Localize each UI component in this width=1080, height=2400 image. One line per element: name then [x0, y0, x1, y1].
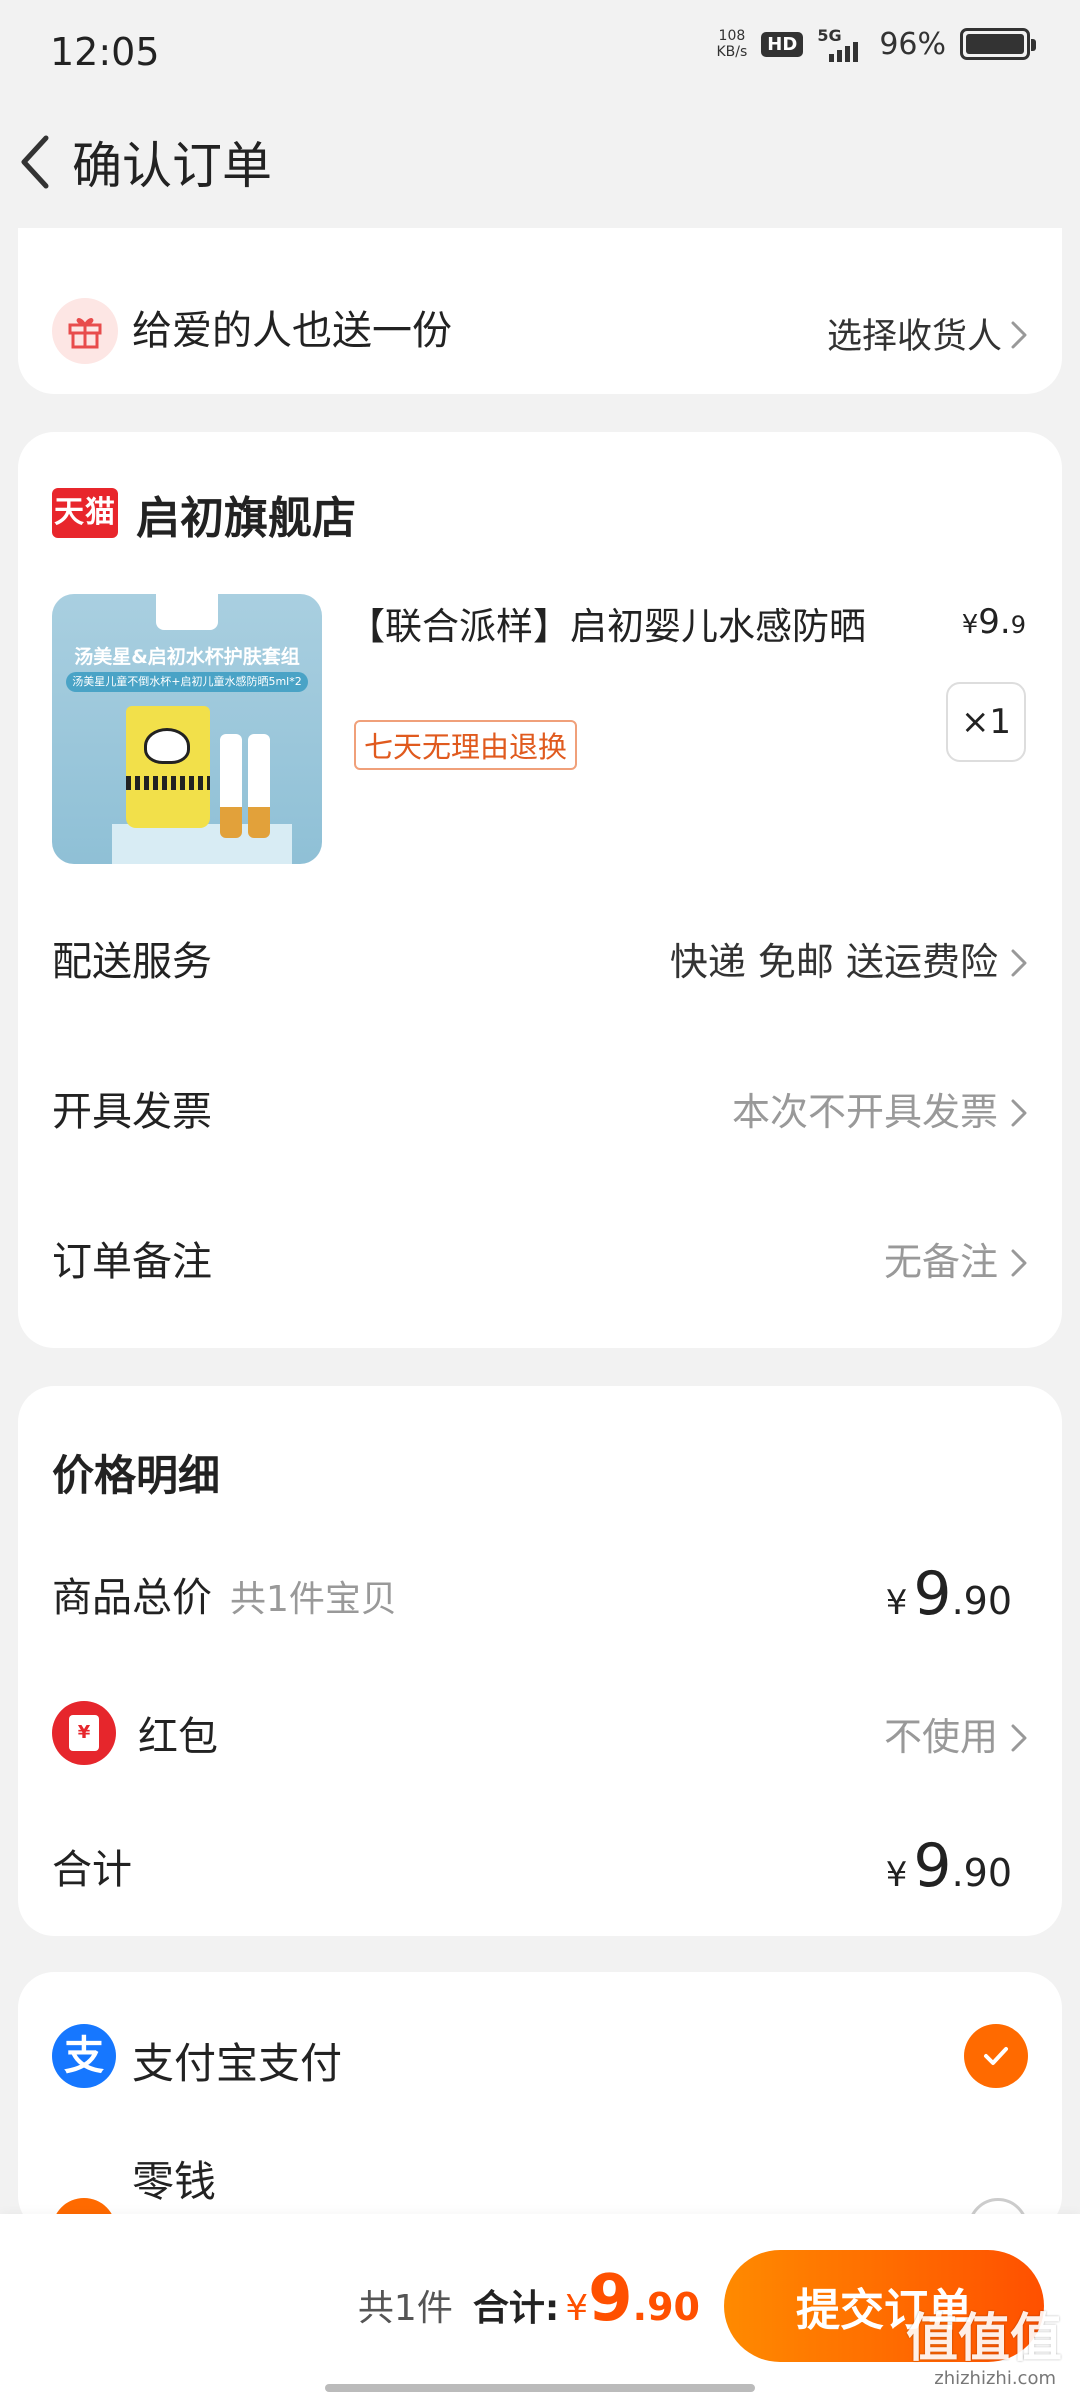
select-recipient-label: 选择收货人: [826, 317, 1002, 357]
red-packet-icon: ¥: [52, 1701, 116, 1765]
product-image-title: 汤美星&启初水杯护肤套组: [74, 646, 300, 668]
invoice-value: 本次不开具发票: [732, 1081, 1028, 1136]
net-speed-value: 108: [718, 28, 746, 44]
shop-card: 天猫 启初旗舰店 汤美星&启初水杯护肤套组 汤美星儿童不倒水杯+启初儿童水感防晒…: [18, 432, 1062, 1348]
payment-card: 支 支付宝支付 零钱: [18, 1972, 1062, 2262]
chevron-right-icon: [1010, 1718, 1028, 1752]
gift-card[interactable]: 给爱的人也送一份 选择收货人: [18, 228, 1062, 394]
goods-total-label: 商品总价: [52, 1575, 212, 1621]
total-amount: ¥9.90: [885, 1831, 1012, 1901]
watermark-logo: 值值值: [905, 2309, 1062, 2369]
total-label: 合计: [52, 1847, 132, 1893]
watermark-site: zhizhizhi.com: [934, 2368, 1056, 2389]
quantity-stepper[interactable]: ×1: [946, 682, 1026, 762]
chevron-right-icon: [1010, 1093, 1028, 1127]
item-count: 共1件: [357, 2288, 453, 2329]
alipay-icon: 支: [52, 2024, 116, 2088]
status-bar: 12:05 108 KB/s HD 5G 96%: [0, 0, 1080, 104]
delivery-service-value: 快递 免邮 送运费险: [670, 931, 1028, 986]
shop-name[interactable]: 启初旗舰店: [136, 482, 356, 546]
net-speed-unit: KB/s: [716, 44, 748, 60]
page-title: 确认订单: [72, 137, 272, 195]
battery-percent: 96%: [879, 26, 946, 62]
goods-total-amount: ¥9.90: [885, 1559, 1012, 1629]
goods-count: 共1件宝贝: [230, 1579, 397, 1620]
red-packet-label: 红包: [138, 1714, 218, 1760]
order-note-value: 无备注: [884, 1231, 1028, 1286]
product-name[interactable]: 【联合派样】启初婴儿水感防晒: [348, 596, 866, 650]
delivery-service-row[interactable]: 配送服务 快递 免邮 送运费险: [52, 928, 1028, 988]
alipay-label[interactable]: 支付宝支付: [132, 2030, 342, 2091]
cup-illustration: [126, 706, 210, 828]
tmall-logo: 天猫: [52, 488, 118, 538]
invoice-row[interactable]: 开具发票 本次不开具发票: [52, 1078, 1028, 1138]
gift-text: 给爱的人也送一份: [132, 308, 452, 354]
header: 确认订单: [0, 104, 1080, 224]
goods-total-row: 商品总价 共1件宝贝 ¥9.90: [52, 1559, 1028, 1629]
net-speed: 108 KB/s: [717, 28, 748, 60]
chevron-right-icon: [1010, 1243, 1028, 1277]
select-recipient-button[interactable]: 选择收货人: [827, 308, 1028, 359]
price-detail-card: 价格明细 商品总价 共1件宝贝 ¥9.90 ¥ 红包 不使用 合计 ¥9.90: [18, 1386, 1062, 1936]
chevron-right-icon: [1010, 319, 1028, 349]
hd-icon: HD: [761, 31, 804, 57]
checkmark-icon[interactable]: [964, 2024, 1028, 2088]
price-detail-title: 价格明细: [52, 1451, 221, 1500]
red-packet-value: 不使用: [884, 1706, 1028, 1761]
bottom-total-amount: ¥9.90: [565, 2262, 700, 2336]
return-policy-tag: 七天无理由退换: [354, 720, 578, 770]
bottom-total: 共1件 合计: ¥9.90: [358, 2262, 700, 2336]
order-note-label: 订单备注: [52, 1239, 212, 1285]
chevron-left-icon: [21, 135, 49, 189]
back-button[interactable]: [10, 122, 70, 202]
chevron-right-icon: [1010, 943, 1028, 977]
home-indicator[interactable]: [325, 2384, 755, 2392]
invoice-label: 开具发票: [52, 1089, 212, 1135]
status-time: 12:05: [50, 30, 160, 74]
delivery-service-label: 配送服务: [52, 939, 212, 985]
bottom-total-label: 合计:: [472, 2288, 560, 2329]
product-image-subtitle: 汤美星儿童不倒水杯+启初儿童水感防晒5ml*2: [66, 672, 308, 692]
change-label[interactable]: 零钱: [132, 2148, 216, 2209]
product-price: ¥9.9: [961, 602, 1026, 642]
signal-icon: 5G: [817, 26, 865, 62]
product-image[interactable]: 汤美星&启初水杯护肤套组 汤美星儿童不倒水杯+启初儿童水感防晒5ml*2: [52, 594, 322, 864]
status-icons: 108 KB/s HD 5G 96%: [717, 26, 1036, 62]
total-row: 合计 ¥9.90: [52, 1831, 1028, 1901]
gift-icon: [52, 298, 118, 364]
battery-icon: [960, 28, 1036, 60]
order-note-row[interactable]: 订单备注 无备注: [52, 1228, 1028, 1288]
red-packet-row[interactable]: ¥ 红包 不使用: [52, 1698, 1028, 1768]
